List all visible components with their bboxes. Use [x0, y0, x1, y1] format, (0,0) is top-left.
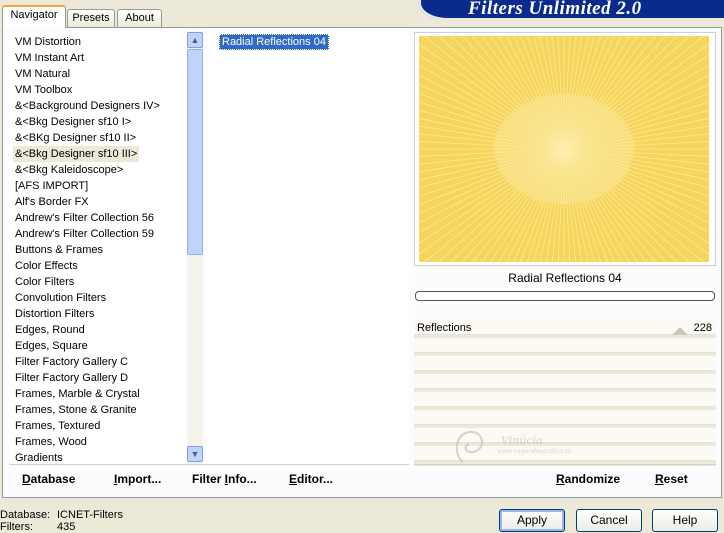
- tab-about[interactable]: About: [117, 9, 162, 27]
- chevron-down-icon: ▼: [190, 449, 200, 459]
- filter-info-button[interactable]: Filter Info...: [192, 471, 257, 487]
- apply-button[interactable]: Apply: [499, 509, 565, 532]
- category-item[interactable]: Filter Factory Gallery C: [13, 354, 130, 370]
- param-row-reflections[interactable]: Reflections 228: [414, 320, 716, 335]
- category-item[interactable]: VM Toolbox: [13, 82, 74, 98]
- progress-bar: [415, 291, 715, 301]
- category-item[interactable]: &<Bkg Designer sf10 III>: [13, 146, 140, 162]
- randomize-button[interactable]: Randomize: [556, 471, 620, 487]
- category-item[interactable]: Andrew's Filter Collection 56: [13, 210, 156, 226]
- category-scrollbar[interactable]: ▲ ▼: [187, 32, 203, 464]
- app-title-banner: Filters Unlimited 2.0: [418, 0, 724, 18]
- divider: [9, 464, 409, 465]
- preview-center-glow: [494, 94, 634, 204]
- divider: [414, 464, 716, 465]
- tab-navigator[interactable]: Navigator: [2, 5, 66, 28]
- category-item[interactable]: Distortion Filters: [13, 306, 96, 322]
- category-item[interactable]: Buttons & Frames: [13, 242, 105, 258]
- cancel-button[interactable]: Cancel: [576, 509, 642, 532]
- preview-frame: [414, 32, 716, 266]
- category-item[interactable]: Frames, Stone & Granite: [13, 402, 139, 418]
- preview-image: [419, 36, 709, 262]
- navigator-panel: VM Distortion VM Instant Art VM Natural VM …: [2, 27, 722, 498]
- category-item[interactable]: [AFS IMPORT]: [13, 178, 90, 194]
- category-item[interactable]: Alf's Border FX: [13, 194, 91, 210]
- selected-filter-title: Radial Reflections 04: [508, 271, 622, 285]
- category-item[interactable]: Color Effects: [13, 258, 80, 274]
- category-item[interactable]: Gradients: [13, 450, 65, 463]
- scroll-down-button[interactable]: ▼: [187, 446, 203, 462]
- category-item[interactable]: VM Instant Art: [13, 50, 86, 66]
- param-row-empty: [414, 428, 716, 443]
- category-item[interactable]: &<Background Designers IV>: [13, 98, 162, 114]
- help-button[interactable]: Help: [652, 509, 718, 532]
- category-item[interactable]: VM Natural: [13, 66, 72, 82]
- param-row-empty: [414, 374, 716, 389]
- param-label: Reflections: [417, 322, 472, 334]
- footer-database: Database: ICNET-Filters: [0, 509, 123, 521]
- reset-button[interactable]: Reset: [655, 471, 688, 487]
- category-item[interactable]: Edges, Round: [13, 322, 87, 338]
- tab-presets[interactable]: Presets: [67, 9, 115, 27]
- param-row-empty: [414, 338, 716, 353]
- editor-button[interactable]: Editor...: [289, 471, 333, 487]
- filter-item[interactable]: Radial Reflections 04: [219, 34, 329, 50]
- chevron-up-icon: ▲: [190, 35, 200, 45]
- param-row-empty: [414, 446, 716, 461]
- category-item[interactable]: Andrew's Filter Collection 59: [13, 226, 156, 242]
- category-list[interactable]: VM Distortion VM Instant Art VM Natural VM …: [9, 31, 187, 463]
- category-item[interactable]: &<Bkg Designer sf10 I>: [13, 114, 133, 130]
- category-item[interactable]: Convolution Filters: [13, 290, 108, 306]
- app-title: Filters Unlimited 2.0: [468, 0, 642, 18]
- category-item[interactable]: &<Bkg Kaleidoscope>: [13, 162, 125, 178]
- param-row-empty: [414, 410, 716, 425]
- parameter-panel: Reflections 228: [414, 320, 716, 466]
- footer-filters: Filters: 435: [0, 521, 76, 533]
- param-row-empty: [414, 356, 716, 371]
- param-value: 228: [693, 322, 712, 334]
- category-item[interactable]: &<BKg Designer sf10 II>: [13, 130, 138, 146]
- scroll-thumb[interactable]: [187, 49, 203, 255]
- category-item[interactable]: VM Distortion: [13, 34, 83, 50]
- filter-list[interactable]: Radial Reflections 04: [207, 31, 409, 463]
- param-row-empty: [414, 392, 716, 407]
- database-button[interactable]: Database: [22, 471, 75, 487]
- category-item[interactable]: Edges, Square: [13, 338, 90, 354]
- category-item[interactable]: Frames, Wood: [13, 434, 89, 450]
- param-slider-knob[interactable]: [672, 327, 688, 335]
- category-item[interactable]: Color Filters: [13, 274, 76, 290]
- category-item[interactable]: Frames, Textured: [13, 418, 102, 434]
- scroll-up-button[interactable]: ▲: [187, 32, 203, 48]
- category-item[interactable]: Frames, Marble & Crystal: [13, 386, 142, 402]
- category-item[interactable]: Filter Factory Gallery D: [13, 370, 130, 386]
- radial-reflections-preview: [419, 36, 709, 262]
- import-button[interactable]: Import...: [114, 471, 161, 487]
